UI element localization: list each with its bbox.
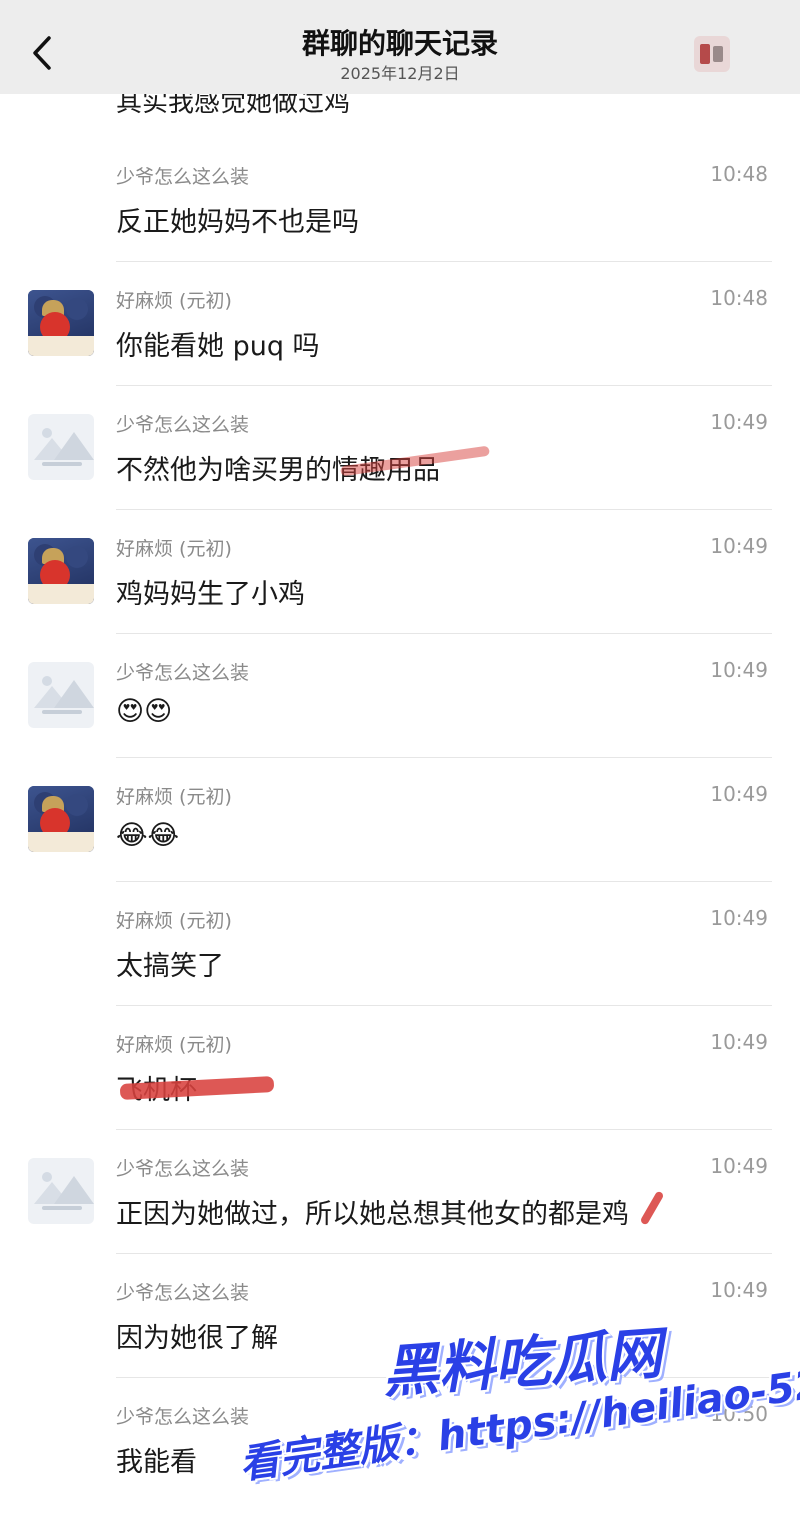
sender-name: 少爷怎么这么装 [116, 1282, 250, 1304]
message-time: 10:49 [710, 782, 768, 806]
sender-name: 少爷怎么这么装 [116, 414, 250, 436]
avatar[interactable] [28, 1158, 94, 1224]
sender-name: 好麻烦 (元初) [116, 290, 232, 312]
message-time: 10:49 [710, 1278, 768, 1302]
message-time: 10:49 [710, 534, 768, 558]
message-row: 少爷怎么这么装 10:50 我能看 [0, 1378, 800, 1502]
message-time: 10:50 [710, 1402, 768, 1426]
chat-date: 2025年12月2日 [340, 64, 460, 83]
message-row: 少爷怎么这么装 10:48 反正她妈妈不也是吗 [0, 138, 800, 262]
sender-name: 少爷怎么这么装 [116, 1158, 250, 1180]
message-text[interactable]: 反正她妈妈不也是吗 [116, 200, 359, 239]
message-row: 少爷怎么这么装 10:49 正因为她做过，所以她总想其他女的都是鸡 [0, 1130, 800, 1254]
message-row: 好麻烦 (元初) 10:48 你能看她 puq 吗 [0, 262, 800, 386]
message-text[interactable]: 你能看她 puq 吗 [116, 324, 320, 363]
message-time: 10:49 [710, 1154, 768, 1178]
sender-name: 好麻烦 (元初) [116, 786, 232, 808]
page-title: 群聊的聊天记录 [301, 27, 498, 60]
sender-name: 好麻烦 (元初) [116, 1034, 232, 1056]
message-text[interactable]: 鸡妈妈生了小鸡 [116, 572, 305, 611]
message-time: 10:49 [710, 658, 768, 682]
message-text[interactable]: 太搞笑了 [116, 944, 224, 983]
avatar[interactable] [28, 290, 94, 356]
message-time: 10:49 [710, 906, 768, 930]
sender-name: 好麻烦 (元初) [116, 538, 232, 560]
sender-name: 少爷怎么这么装 [116, 662, 250, 684]
message-text[interactable]: 😂😂 [116, 820, 179, 851]
message-row: 少爷怎么这么装 10:49 不然他为啥买男的情趣用品 [0, 386, 800, 510]
message-time: 10:48 [710, 162, 768, 186]
message-text[interactable]: 我能看 [116, 1440, 197, 1479]
message-time: 10:48 [710, 286, 768, 310]
sender-name: 好麻烦 (元初) [116, 910, 232, 932]
message-time: 10:49 [710, 410, 768, 434]
message-row: 好麻烦 (元初) 10:49 太搞笑了 [0, 882, 800, 1006]
sender-name: 少爷怎么这么装 [116, 1406, 250, 1428]
chat-history-header: 群聊的聊天记录 2025年12月2日 [0, 0, 800, 94]
message-row: 好麻烦 (元初) 10:49 鸡妈妈生了小鸡 [0, 510, 800, 634]
avatar[interactable] [28, 538, 94, 604]
message-row: 好麻烦 (元初) 10:49 😂😂 [0, 758, 800, 882]
message-row: 少爷怎么这么装 10:49 因为她很了解 [0, 1254, 800, 1378]
message-time: 10:49 [710, 1030, 768, 1054]
avatar[interactable] [28, 662, 94, 728]
group-avatar[interactable] [694, 36, 730, 72]
avatar[interactable] [28, 786, 94, 852]
message-row: 好麻烦 (元初) 10:49 飞机杯 [0, 1006, 800, 1130]
avatar[interactable] [28, 414, 94, 480]
message-text[interactable]: 因为她很了解 [116, 1316, 278, 1355]
redaction-mark [639, 1190, 665, 1226]
message-text[interactable]: 😍😍 [116, 696, 172, 727]
sender-name: 少爷怎么这么装 [116, 166, 250, 188]
message-row: 少爷怎么这么装 10:49 😍😍 [0, 634, 800, 758]
message-text[interactable]: 正因为她做过，所以她总想其他女的都是鸡 [116, 1192, 629, 1231]
